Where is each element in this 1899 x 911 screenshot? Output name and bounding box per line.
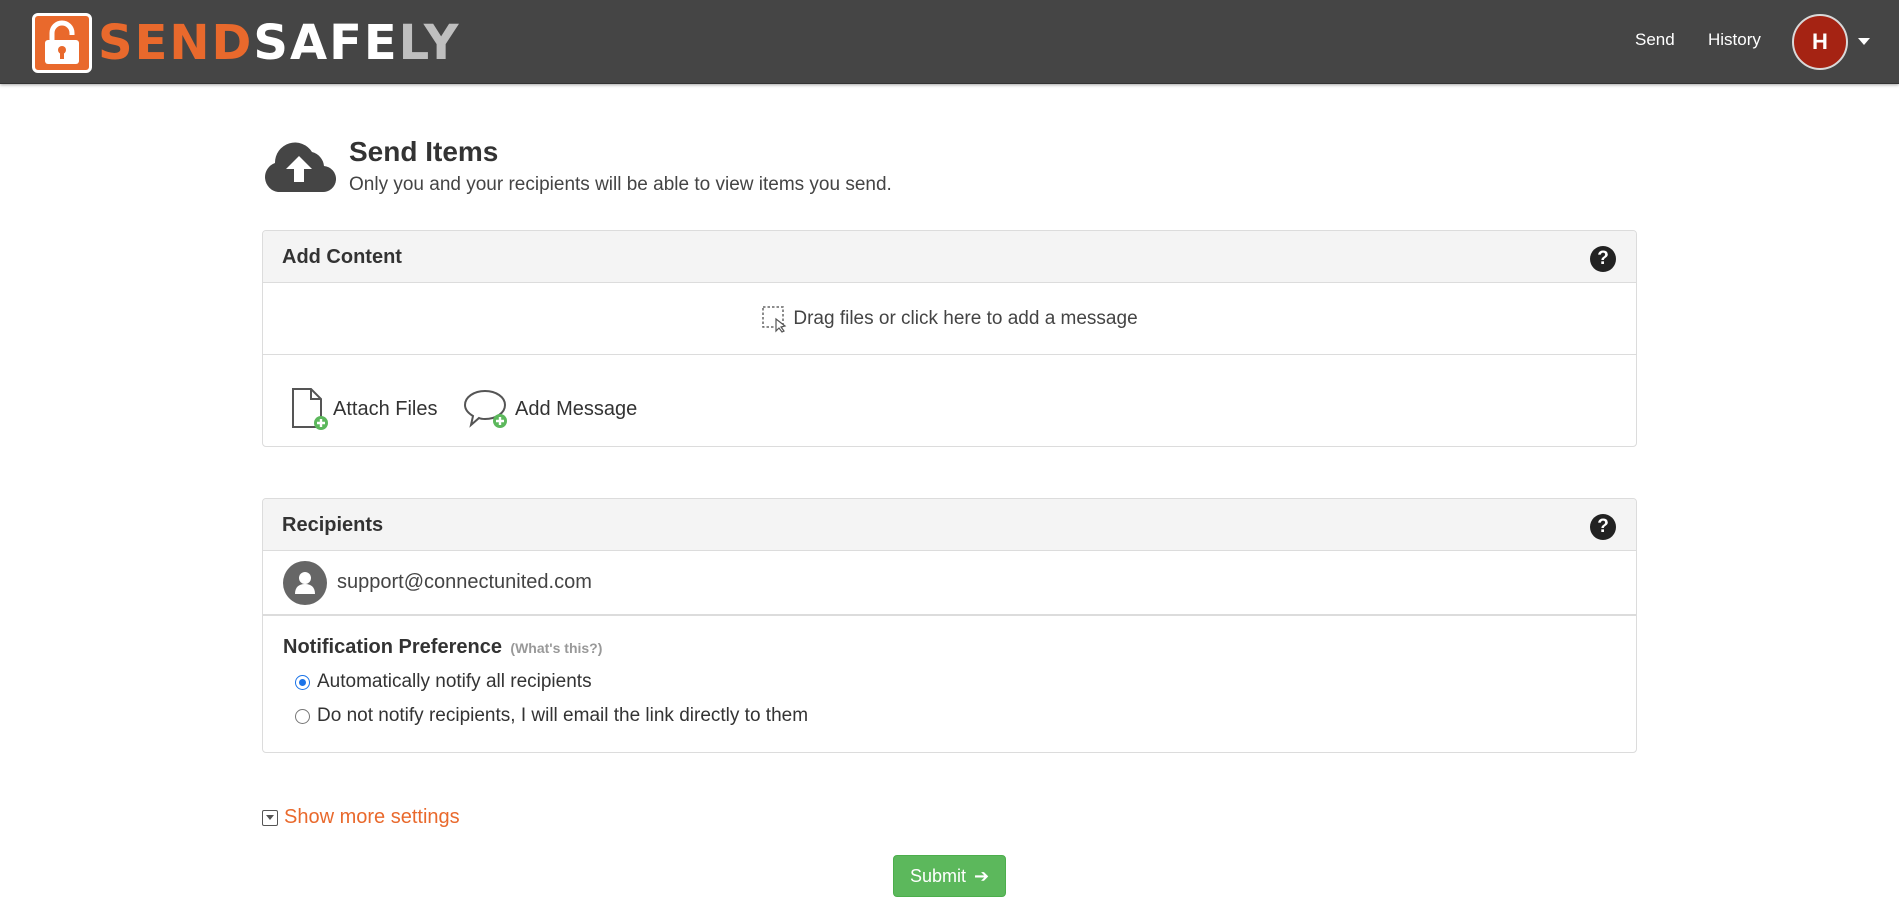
drag-drop-icon: [762, 305, 787, 333]
notify-option-auto[interactable]: Automatically notify all recipients: [295, 671, 1636, 693]
recipient-row[interactable]: support@connectunited.com: [263, 551, 1636, 616]
file-dropzone[interactable]: Drag files or click here to add a messag…: [263, 283, 1636, 355]
brand-wordmark: SENDSAFELY: [98, 19, 461, 67]
lock-icon: [32, 13, 92, 73]
brand-safe: SAFE: [253, 15, 399, 71]
brand-logo[interactable]: SENDSAFELY: [32, 12, 461, 74]
page-title: Send Items: [349, 136, 499, 167]
add-content-title: Add Content: [282, 246, 402, 268]
cloud-upload-icon: [265, 142, 336, 193]
submit-button[interactable]: Submit ➔: [893, 855, 1006, 897]
help-icon[interactable]: ?: [1590, 514, 1616, 540]
user-icon: [283, 560, 327, 605]
help-icon[interactable]: ?: [1590, 246, 1616, 272]
page-subtitle: Only you and your recipients will be abl…: [349, 174, 892, 195]
attach-files-label: Attach Files: [333, 397, 438, 420]
recipients-heading: Recipients ?: [263, 499, 1636, 551]
radio-no-notify-label[interactable]: Do not notify recipients, I will email t…: [317, 705, 808, 727]
chevron-down-icon[interactable]: [1858, 38, 1870, 45]
radio-no-notify[interactable]: [295, 708, 310, 724]
attach-files-button[interactable]: Attach Files: [289, 387, 437, 431]
file-add-icon: [292, 388, 328, 430]
show-more-settings-toggle[interactable]: Show more settings: [262, 806, 460, 829]
notification-preference: Notification Preference (What's this?) A…: [263, 616, 1636, 727]
whats-this-link[interactable]: (What's this?): [510, 640, 602, 656]
recipient-email: support@connectunited.com: [337, 571, 592, 593]
add-message-label: Add Message: [515, 397, 638, 420]
expand-icon: [262, 809, 278, 826]
notification-title: Notification Preference: [283, 636, 502, 658]
message-add-icon: [463, 389, 507, 428]
recipients-title: Recipients: [282, 514, 384, 536]
add-message-button[interactable]: Add Message: [463, 387, 637, 431]
arrow-right-icon: ➔: [973, 865, 990, 886]
show-more-settings-label[interactable]: Show more settings: [284, 806, 460, 829]
notify-option-manual[interactable]: Do not notify recipients, I will email t…: [295, 705, 1636, 727]
nav-history-link[interactable]: History: [1708, 30, 1761, 50]
brand-send: SEND: [98, 15, 254, 71]
page-header: Send Items Only you and your recipients …: [262, 136, 1162, 196]
add-content-heading: Add Content ?: [263, 231, 1636, 283]
recipients-panel: Recipients ? support@connectunited.com N…: [262, 498, 1637, 753]
content-actions: Attach Files Add Message: [263, 355, 1636, 446]
radio-auto-notify[interactable]: [295, 674, 310, 690]
top-navbar: SENDSAFELY Send History H: [0, 0, 1899, 84]
dropzone-text: Drag files or click here to add a messag…: [793, 307, 1138, 329]
submit-label: Submit: [909, 865, 966, 886]
user-avatar[interactable]: H: [1792, 14, 1848, 70]
brand-ly: LY: [398, 15, 461, 71]
add-content-panel: Add Content ? Drag files or click here t…: [262, 230, 1637, 447]
nav-send-link[interactable]: Send: [1635, 30, 1675, 50]
radio-auto-notify-label[interactable]: Automatically notify all recipients: [317, 671, 592, 693]
